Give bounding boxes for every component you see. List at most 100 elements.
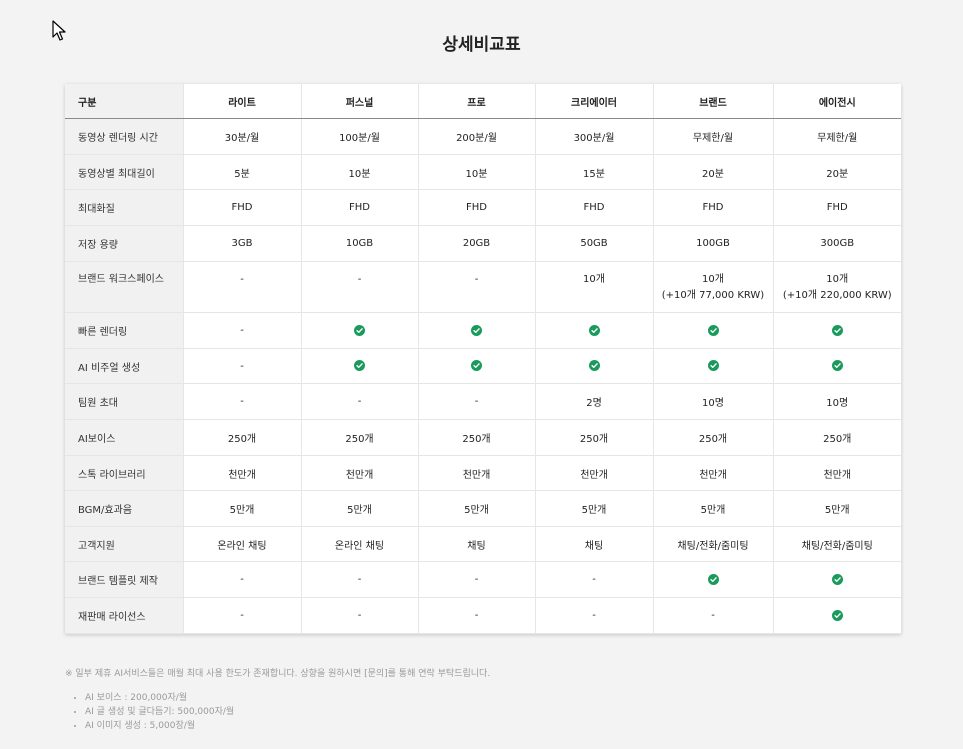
footer-item-text: AI 글 생성 및 글다듬기: 500,000자/월 xyxy=(85,707,925,718)
table-cell: - xyxy=(183,348,302,384)
table-cell: 천만개 xyxy=(183,455,302,491)
table-cell: - xyxy=(535,597,654,634)
table-cell: 10분 xyxy=(418,154,536,190)
table-row: 고객지원 온라인 채팅 온라인 채팅 채팅 채팅 채팅/전화/줌미팅 채팅/전화/줌미팅 xyxy=(65,526,901,562)
table-cell: 5만개 xyxy=(773,490,901,527)
table-row: 빠른 렌더링 - xyxy=(65,312,901,349)
table-cell: 5만개 xyxy=(653,490,774,527)
table-cell: 300분/월 xyxy=(535,118,654,155)
table-cell: FHD xyxy=(653,189,774,226)
table-cell: - xyxy=(301,383,419,420)
footer-list: AI 보이스 : 200,000자/월 AI 글 생성 및 글다듬기: 500,… xyxy=(65,693,925,732)
table-cell: 천만개 xyxy=(418,455,536,491)
table-row: 재판매 라이선스 - - - - - xyxy=(65,597,901,634)
table-cell: - xyxy=(418,261,536,313)
table-cell: 10개 (+10개 77,000 KRW) xyxy=(653,261,774,313)
table-cell: - xyxy=(418,561,536,598)
row-label: 팀원 초대 xyxy=(65,383,184,420)
table-cell: 10GB xyxy=(301,225,419,262)
table-cell: 천만개 xyxy=(301,455,419,491)
table-cell: 채팅 xyxy=(418,526,536,562)
table-cell xyxy=(418,312,536,349)
row-label: 저장 용량 xyxy=(65,225,184,262)
table-cell: 채팅/전화/줌미팅 xyxy=(653,526,774,562)
check-circle-icon xyxy=(707,573,719,585)
table-cell: 250개 xyxy=(535,419,654,456)
row-label: 최대화질 xyxy=(65,189,184,226)
table-cell: 100분/월 xyxy=(301,118,419,155)
row-label: AI 비주얼 생성 xyxy=(65,348,184,384)
table-cell: 10분 xyxy=(301,154,419,190)
table-cell: 온라인 채팅 xyxy=(301,526,419,562)
check-circle-icon xyxy=(831,324,843,336)
row-label: 브랜드 템플릿 제작 xyxy=(65,561,184,598)
check-circle-icon xyxy=(831,360,843,372)
table-cell: 15분 xyxy=(535,154,654,190)
cell-main-text: 10개 xyxy=(826,274,849,285)
table-cell: - xyxy=(301,597,419,634)
table-row: 동영상 렌더링 시간 30분/월 100분/월 200분/월 300분/월 무제한/월 무제… xyxy=(65,118,901,155)
table-cell: FHD xyxy=(183,189,302,226)
header-plan-brand: 브랜드 xyxy=(653,84,774,119)
cell-sub-text: (+10개 77,000 KRW) xyxy=(661,290,765,301)
table-cell xyxy=(535,348,654,384)
check-circle-icon xyxy=(354,360,365,372)
table-cell: - xyxy=(301,261,419,313)
check-circle-icon xyxy=(831,609,843,621)
table-cell xyxy=(535,312,654,349)
table-cell xyxy=(653,348,774,384)
table-cell xyxy=(773,348,901,384)
table-cell: FHD xyxy=(773,189,901,226)
row-label: 고객지원 xyxy=(65,526,184,562)
footer-notes: ※ 일부 제휴 AI서비스들은 매월 최대 사용 한도가 존재합니다. 상향을 … xyxy=(65,666,925,735)
table-cell: 250개 xyxy=(183,419,302,456)
header-plan-personal: 퍼스널 xyxy=(301,84,419,119)
table-row: 브랜드 워크스페이스 - - -10개 10개 (+10개 77,000 KRW) 10개(… xyxy=(65,261,901,313)
table-cell: 2명 xyxy=(535,383,654,420)
table-cell: 20분 xyxy=(773,154,901,190)
table-cell: 10개 (+10개 220,000 KRW) xyxy=(773,261,901,313)
table-cell: FHD xyxy=(301,189,419,226)
table-cell: - xyxy=(183,312,302,349)
table-cell: FHD xyxy=(418,189,536,226)
table-cell: 10명 xyxy=(653,383,774,420)
check-circle-icon xyxy=(588,324,600,336)
table-cell xyxy=(773,561,901,598)
table-cell xyxy=(418,348,536,384)
header-category: 구분 xyxy=(65,84,184,119)
table-cell: FHD xyxy=(535,189,654,226)
table-cell: 온라인 채팅 xyxy=(183,526,302,562)
table-cell: 5만개 xyxy=(183,490,302,527)
table-cell: 250개 xyxy=(301,419,419,456)
table-cell: 30분/월 xyxy=(183,118,302,155)
header-plan-lite: 라이트 xyxy=(183,84,302,119)
page-title: 상세비교표 xyxy=(442,35,521,55)
table-cell: 채팅 xyxy=(535,526,654,562)
table-cell: - xyxy=(418,383,536,420)
header-plan-agency: 에이전시 xyxy=(773,84,901,119)
table-row: 스톡 라이브러리 천만개 천만개 천만개 천만개 천만개 천만개 xyxy=(65,455,901,491)
table-cell: 5만개 xyxy=(301,490,419,527)
table-cell: 250개 xyxy=(773,419,901,456)
table-cell: 천만개 xyxy=(653,455,774,491)
row-label: 브랜드 워크스페이스 xyxy=(65,261,184,313)
footer-note: ※ 일부 제휴 AI서비스들은 매월 최대 사용 한도가 존재합니다. 상향을 … xyxy=(65,669,491,679)
table-cell: 250개 xyxy=(418,419,536,456)
table-cell: 3GB xyxy=(183,225,302,262)
header-plan-pro: 프로 xyxy=(418,84,536,119)
check-circle-icon xyxy=(707,324,719,336)
table-cell xyxy=(653,312,774,349)
table-cell: - xyxy=(418,597,536,634)
table-cell: 300GB xyxy=(773,225,901,262)
table-cell: 5만개 xyxy=(535,490,654,527)
table-cell: 250개 xyxy=(653,419,774,456)
table-cell: - xyxy=(183,561,302,598)
table-cell: - xyxy=(653,597,774,634)
table-cell: - xyxy=(301,561,419,598)
table-cell xyxy=(773,312,901,349)
row-label: BGM/효과음 xyxy=(65,490,184,527)
table-cell: - xyxy=(183,597,302,634)
table-cell: 무제한/월 xyxy=(773,118,901,155)
table-row: 저장 용량 3GB 10GB 20GB 50GB 100GB 300GB xyxy=(65,225,901,262)
row-label: 동영상 렌더링 시간 xyxy=(65,118,184,155)
